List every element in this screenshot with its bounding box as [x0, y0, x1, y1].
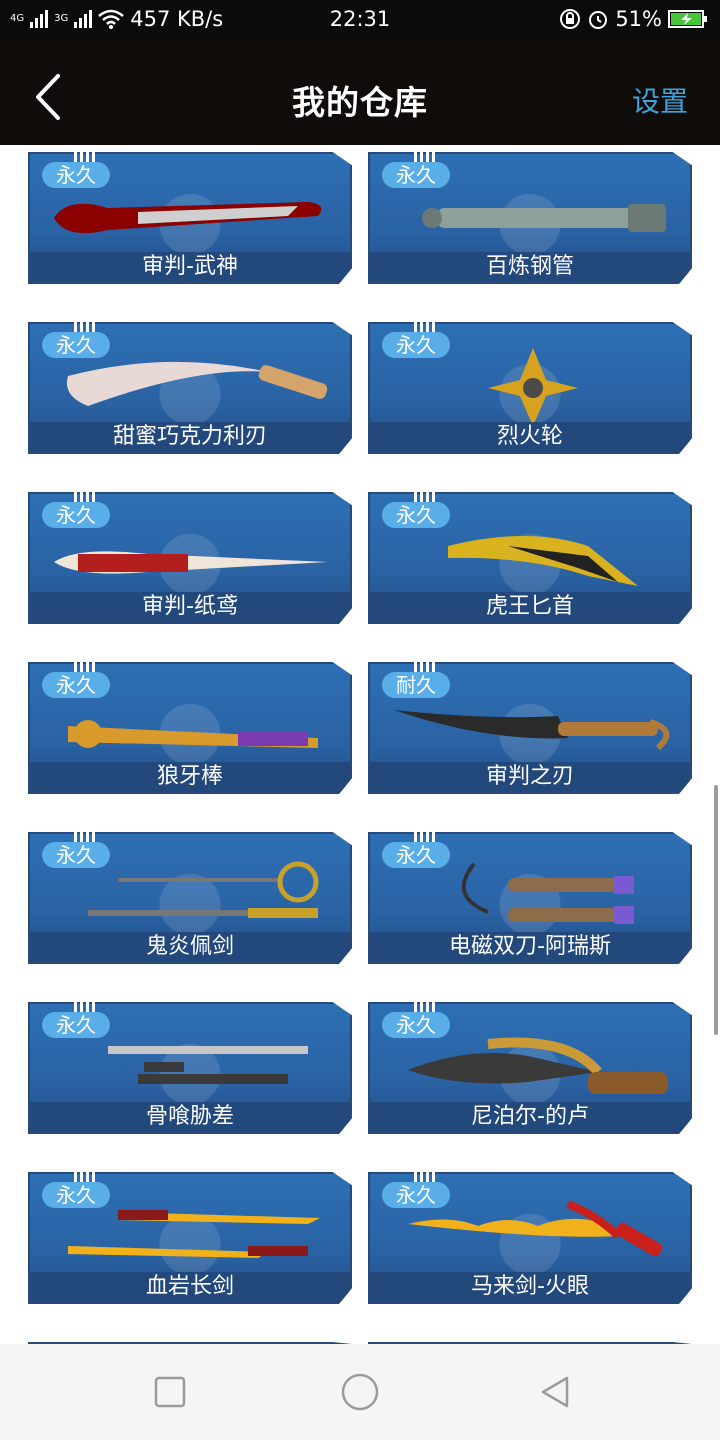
- item-name: 烈火轮: [370, 422, 690, 452]
- item-name: 审判-纸鸢: [30, 592, 350, 622]
- weapon-image: [88, 861, 319, 918]
- card-ticks: [74, 832, 96, 842]
- item-card[interactable]: 永久 鬼炎佩剑: [28, 832, 352, 964]
- weapon-image: [422, 204, 666, 232]
- item-card[interactable]: 永久 烈火轮: [368, 322, 692, 454]
- scrollbar[interactable]: [714, 785, 718, 1035]
- duration-badge: 耐久: [382, 672, 450, 698]
- duration-badge: 永久: [382, 502, 450, 528]
- status-right: 51%: [559, 7, 708, 31]
- duration-badge: 永久: [42, 1182, 110, 1208]
- card-ticks: [74, 1172, 96, 1182]
- card-ticks: [414, 152, 436, 162]
- item-name: 审判之刃: [370, 762, 690, 792]
- card-ticks: [414, 662, 436, 672]
- item-card[interactable]: 永久 百炼钢管: [368, 152, 692, 284]
- settings-button[interactable]: 设置: [632, 80, 688, 120]
- triangle-back-icon[interactable]: [535, 1372, 575, 1412]
- weapon-image: [66, 361, 328, 406]
- card-ticks: [74, 492, 96, 502]
- item-card[interactable]: 永久 狼牙棒: [28, 662, 352, 794]
- duration-badge: 永久: [382, 332, 450, 358]
- card-ticks: [74, 662, 96, 672]
- warehouse-grid: 永久 审判-武神 永久 百炼钢管 永久 甜蜜巧克力利刃 永久 烈火轮 永久 审判…: [0, 145, 720, 1345]
- duration-badge: 永久: [42, 502, 110, 528]
- item-name: 甜蜜巧克力利刃: [30, 422, 350, 452]
- battery-percent: 51%: [615, 7, 662, 31]
- weapon-image: [488, 348, 578, 426]
- weapon-image: [68, 720, 318, 748]
- system-nav-bar: [0, 1344, 720, 1440]
- item-name: 虎王匕首: [370, 592, 690, 622]
- status-bar: 4G 3G 457 KB/s 22:31 51%: [0, 0, 720, 40]
- weapon-image: [448, 536, 638, 586]
- rotation-lock-icon: [560, 9, 581, 29]
- battery-charging-icon: [668, 10, 707, 28]
- duration-badge: 永久: [42, 842, 110, 868]
- item-name: 骨喰胁差: [30, 1102, 350, 1132]
- duration-badge: 永久: [382, 842, 450, 868]
- card-ticks: [74, 1002, 96, 1012]
- weapon-image: [54, 202, 322, 234]
- duration-badge: 永久: [42, 162, 110, 188]
- circle-icon[interactable]: [340, 1372, 380, 1412]
- duration-badge: 永久: [42, 332, 110, 358]
- alarm-icon: [589, 11, 608, 29]
- item-card[interactable]: 永久 甜蜜巧克力利刃: [28, 322, 352, 454]
- item-card[interactable]: 耐久 审判之刃: [368, 662, 692, 794]
- card-ticks: [414, 1002, 436, 1012]
- item-card[interactable]: 永久 电磁双刀-阿瑞斯: [368, 832, 692, 964]
- card-ticks: [74, 322, 96, 332]
- top-app-bar: 我的仓库 设置: [0, 40, 720, 145]
- item-name: 鬼炎佩剑: [30, 932, 350, 962]
- card-ticks: [74, 152, 96, 162]
- item-name: 马来剑-火眼: [370, 1272, 690, 1302]
- duration-badge: 永久: [382, 1182, 450, 1208]
- weapon-image: [408, 1037, 668, 1094]
- item-card[interactable]: 永久 血岩长剑: [28, 1172, 352, 1304]
- item-card[interactable]: 永久 骨喰胁差: [28, 1002, 352, 1134]
- duration-badge: 永久: [382, 162, 450, 188]
- item-card[interactable]: 永久 审判-武神: [28, 152, 352, 284]
- item-name: 尼泊尔-的卢: [370, 1102, 690, 1132]
- page-title: 我的仓库: [292, 83, 428, 122]
- weapon-image: [461, 862, 634, 924]
- square-icon[interactable]: [150, 1372, 190, 1412]
- item-card[interactable]: 永久 马来剑-火眼: [368, 1172, 692, 1304]
- item-name: 狼牙棒: [30, 762, 350, 792]
- item-name: 血岩长剑: [30, 1272, 350, 1302]
- card-ticks: [414, 832, 436, 842]
- weapon-image: [68, 1210, 320, 1258]
- duration-badge: 永久: [42, 1012, 110, 1038]
- weapon-image: [108, 1046, 308, 1084]
- weapon-image: [54, 551, 328, 574]
- item-name: 百炼钢管: [370, 252, 690, 282]
- item-name: 电磁双刀-阿瑞斯: [370, 932, 690, 962]
- item-name: 审判-武神: [30, 252, 350, 282]
- card-ticks: [414, 492, 436, 502]
- weapon-image: [394, 710, 670, 751]
- item-card[interactable]: 永久 审判-纸鸢: [28, 492, 352, 624]
- duration-badge: 永久: [382, 1012, 450, 1038]
- weapon-image: [408, 1200, 663, 1257]
- card-ticks: [414, 322, 436, 332]
- item-card[interactable]: 永久 尼泊尔-的卢: [368, 1002, 692, 1134]
- item-card[interactable]: 永久 虎王匕首: [368, 492, 692, 624]
- duration-badge: 永久: [42, 672, 110, 698]
- card-ticks: [414, 1172, 436, 1182]
